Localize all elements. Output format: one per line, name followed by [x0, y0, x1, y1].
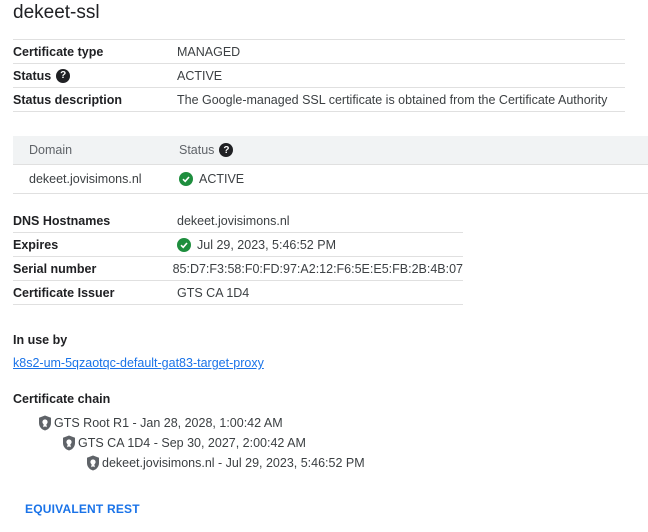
chain-item-intermediate: GTS CA 1D4 - Sep 30, 2027, 2:00:42 AM: [62, 435, 306, 451]
detail-row-status: Status ? ACTIVE: [13, 64, 625, 88]
check-circle-icon: [179, 172, 193, 186]
certificate-shield-icon: [62, 435, 76, 451]
detail-row-certificate-issuer: Certificate Issuer GTS CA 1D4: [13, 281, 463, 305]
detail-row-certificate-type: Certificate type MANAGED: [13, 40, 625, 64]
detail-value-wrapper: Jul 29, 2023, 5:46:52 PM: [177, 237, 336, 252]
detail-row-expires: Expires Jul 29, 2023, 5:46:52 PM: [13, 233, 463, 257]
chain-item-label: dekeet.jovisimons.nl - Jul 29, 2023, 5:4…: [102, 456, 365, 470]
chain-item-root: GTS Root R1 - Jan 28, 2028, 1:00:42 AM: [38, 415, 283, 431]
detail-value: ACTIVE: [177, 68, 223, 83]
detail-key: Expires: [13, 237, 59, 252]
certificate-shield-icon: [38, 415, 52, 431]
column-header-status[interactable]: Status ?: [179, 143, 234, 157]
detail-value: GTS CA 1D4: [177, 285, 250, 300]
check-circle-icon: [177, 237, 191, 252]
chain-item-label: GTS Root R1 - Jan 28, 2028, 1:00:42 AM: [54, 416, 283, 430]
detail-row-dns-hostnames: DNS Hostnames dekeet.jovisimons.nl: [13, 209, 463, 233]
chain-item-leaf: dekeet.jovisimons.nl - Jul 29, 2023, 5:4…: [86, 455, 365, 471]
column-header-status-label: Status: [179, 143, 215, 157]
column-header-domain[interactable]: Domain: [13, 143, 179, 157]
in-use-by-heading: In use by: [13, 333, 68, 347]
help-icon[interactable]: ?: [56, 68, 71, 83]
domain-cell: dekeet.jovisimons.nl: [29, 172, 142, 186]
detail-key: Status: [13, 68, 52, 83]
detail-value: 85:D7:F3:58:F0:FD:97:A2:12:F6:5E:E5:FB:2…: [172, 261, 463, 276]
domains-table: Domain Status ? dekeet.jovisimons.nl ACT…: [13, 136, 648, 194]
table-header: Domain Status ?: [13, 136, 648, 165]
detail-key: Certificate type: [13, 44, 104, 59]
table-row: dekeet.jovisimons.nl ACTIVE: [13, 165, 648, 194]
detail-key-wrapper: Status ?: [13, 68, 177, 83]
status-cell: ACTIVE: [179, 172, 244, 186]
detail-value: The Google-managed SSL certificate is ob…: [177, 92, 608, 107]
detail-row-status-description: Status description The Google-managed SS…: [13, 88, 625, 112]
detail-value: dekeet.jovisimons.nl: [177, 213, 290, 228]
detail-key: Certificate Issuer: [13, 285, 115, 300]
certificate-details: Certificate type MANAGED Status ? ACTIVE…: [13, 39, 625, 112]
detail-key: DNS Hostnames: [13, 213, 111, 228]
detail-key: Status description: [13, 92, 123, 107]
help-icon[interactable]: ?: [219, 143, 234, 157]
target-proxy-link[interactable]: k8s2-um-5qzaotqc-default-gat83-target-pr…: [13, 356, 264, 370]
certificate-shield-icon: [86, 455, 100, 471]
status-text: ACTIVE: [199, 172, 245, 186]
page-title: dekeet-ssl: [13, 2, 100, 23]
detail-value: Jul 29, 2023, 5:46:52 PM: [197, 237, 336, 252]
equivalent-rest-button[interactable]: EQUIVALENT REST: [25, 502, 140, 516]
detail-key: Serial number: [13, 261, 97, 276]
certificate-info: DNS Hostnames dekeet.jovisimons.nl Expir…: [13, 209, 463, 305]
detail-value: MANAGED: [177, 44, 241, 59]
detail-row-serial-number: Serial number 85:D7:F3:58:F0:FD:97:A2:12…: [13, 257, 463, 281]
chain-item-label: GTS CA 1D4 - Sep 30, 2027, 2:00:42 AM: [78, 436, 306, 450]
certificate-chain-heading: Certificate chain: [13, 392, 111, 406]
